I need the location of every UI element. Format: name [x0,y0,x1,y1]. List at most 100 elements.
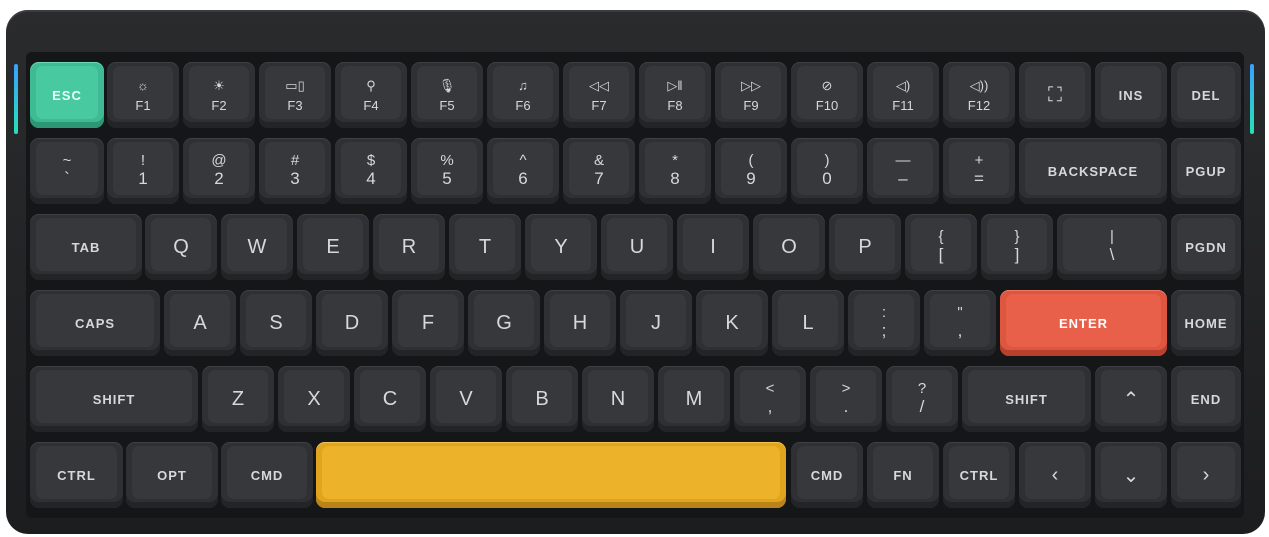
slash-key[interactable]: ? / [886,366,958,432]
backslash-key[interactable]: | \ [1057,214,1167,280]
fast-forward-icon: ▷▷ [741,77,761,93]
left-shift-label: SHIFT [92,391,136,407]
n-key[interactable]: N [582,366,654,432]
l-key[interactable]: L [772,290,844,356]
right-cmd-key[interactable]: CMD [791,442,863,508]
opt-key[interactable]: OPT [126,442,218,508]
esc-key[interactable]: ESC [30,62,104,128]
minus-label: – [898,169,908,188]
r-key[interactable]: R [373,214,445,280]
up-arrow-key[interactable]: ⌃ [1095,366,1167,432]
mission-control-icon: ▭▯ [285,77,305,93]
m-key[interactable]: M [658,366,730,432]
l-label: L [802,311,814,334]
quote-key[interactable]: ", [924,290,996,356]
f9-key[interactable]: ▷▷ F9 [715,62,787,128]
j-key[interactable]: J [620,290,692,356]
f10-label: F10 [815,97,839,113]
s-key[interactable]: S [240,290,312,356]
f4-key[interactable]: ⚲ F4 [335,62,407,128]
greater-than-label: > [841,380,851,397]
minus-key[interactable]: — – [867,138,939,204]
v-key[interactable]: V [430,366,502,432]
j-label: J [651,311,661,334]
k-key[interactable]: K [696,290,768,356]
backspace-key[interactable]: BACKSPACE [1019,138,1167,204]
f3-key[interactable]: ▭▯ F3 [259,62,331,128]
backtick-key[interactable]: ~ ` [30,138,104,204]
key-6[interactable]: ^ 6 [487,138,559,204]
o-key[interactable]: O [753,214,825,280]
fn-key[interactable]: FN [867,442,939,508]
period-key[interactable]: >. [810,366,882,432]
c-key[interactable]: C [354,366,426,432]
left-cmd-key[interactable]: CMD [221,442,313,508]
left-ctrl-key[interactable]: CTRL [30,442,123,508]
semicolon-key[interactable]: :; [848,290,920,356]
left-arrow-key[interactable]: ‹ [1019,442,1091,508]
comma-key[interactable]: <, [734,366,806,432]
right-bracket-key[interactable]: }] [981,214,1053,280]
e-key[interactable]: E [297,214,369,280]
f12-key[interactable]: ◁)) F12 [943,62,1015,128]
w-key[interactable]: W [221,214,293,280]
t-key[interactable]: T [449,214,521,280]
home-key[interactable]: HOME [1171,290,1241,356]
f8-key[interactable]: ▷‖ F8 [639,62,711,128]
q-label: Q [173,235,189,258]
right-shift-key[interactable]: SHIFT [962,366,1091,432]
x-key[interactable]: X [278,366,350,432]
ins-key[interactable]: INS [1095,62,1167,128]
caps-key[interactable]: CAPS [30,290,160,356]
tab-key[interactable]: TAB [30,214,142,280]
f7-key[interactable]: ◁◁ F7 [563,62,635,128]
f6-key[interactable]: ♫ F6 [487,62,559,128]
u-key[interactable]: U [601,214,673,280]
f5-key[interactable]: 🎙︎ F5 [411,62,483,128]
z-key[interactable]: Z [202,366,274,432]
enter-key[interactable]: ENTER [1000,290,1167,356]
key-0[interactable]: ) 0 [791,138,863,204]
s-label: S [269,311,283,334]
m-label: M [685,387,703,410]
b-key[interactable]: B [506,366,578,432]
i-key[interactable]: I [677,214,749,280]
opt-label: OPT [157,467,187,483]
f11-key[interactable]: ◁) F11 [867,62,939,128]
pgdn-key[interactable]: PGDN [1171,214,1241,280]
f10-key[interactable]: ⊘ F10 [791,62,863,128]
f1-key[interactable]: ☼ F1 [107,62,179,128]
key-2[interactable]: @2 [183,138,255,204]
right-arrow-key[interactable]: › [1171,442,1241,508]
p-key[interactable]: P [829,214,901,280]
g-key[interactable]: G [468,290,540,356]
key-3[interactable]: #3 [259,138,331,204]
left-bracket-key[interactable]: {[ [905,214,977,280]
equal-key[interactable]: + = [943,138,1015,204]
key-1[interactable]: ! 1 [107,138,179,204]
key-5[interactable]: % 5 [411,138,483,204]
f2-key[interactable]: ☀ F2 [183,62,255,128]
d-key[interactable]: D [316,290,388,356]
down-arrow-key[interactable]: ⌄ [1095,442,1167,508]
f-key[interactable]: F [392,290,464,356]
brightness-down-icon: ☼ [137,77,149,93]
microphone-icon: 🎙︎ [438,77,456,93]
del-key[interactable]: DEL [1171,62,1241,128]
spacebar-key[interactable] [316,442,786,508]
key-7[interactable]: & 7 [563,138,635,204]
screenshot-key[interactable]: ⛶ [1019,62,1091,128]
end-key[interactable]: END [1171,366,1241,432]
right-bracket-label: ] [1014,245,1020,264]
key-4[interactable]: $4 [335,138,407,204]
a-key[interactable]: A [164,290,236,356]
pgup-key[interactable]: PGUP [1171,138,1241,204]
h-label: H [572,311,588,334]
q-key[interactable]: Q [145,214,217,280]
key-8[interactable]: * 8 [639,138,711,204]
left-shift-key[interactable]: SHIFT [30,366,198,432]
right-ctrl-key[interactable]: CTRL [943,442,1015,508]
key-9[interactable]: (9 [715,138,787,204]
h-key[interactable]: H [544,290,616,356]
y-key[interactable]: Y [525,214,597,280]
